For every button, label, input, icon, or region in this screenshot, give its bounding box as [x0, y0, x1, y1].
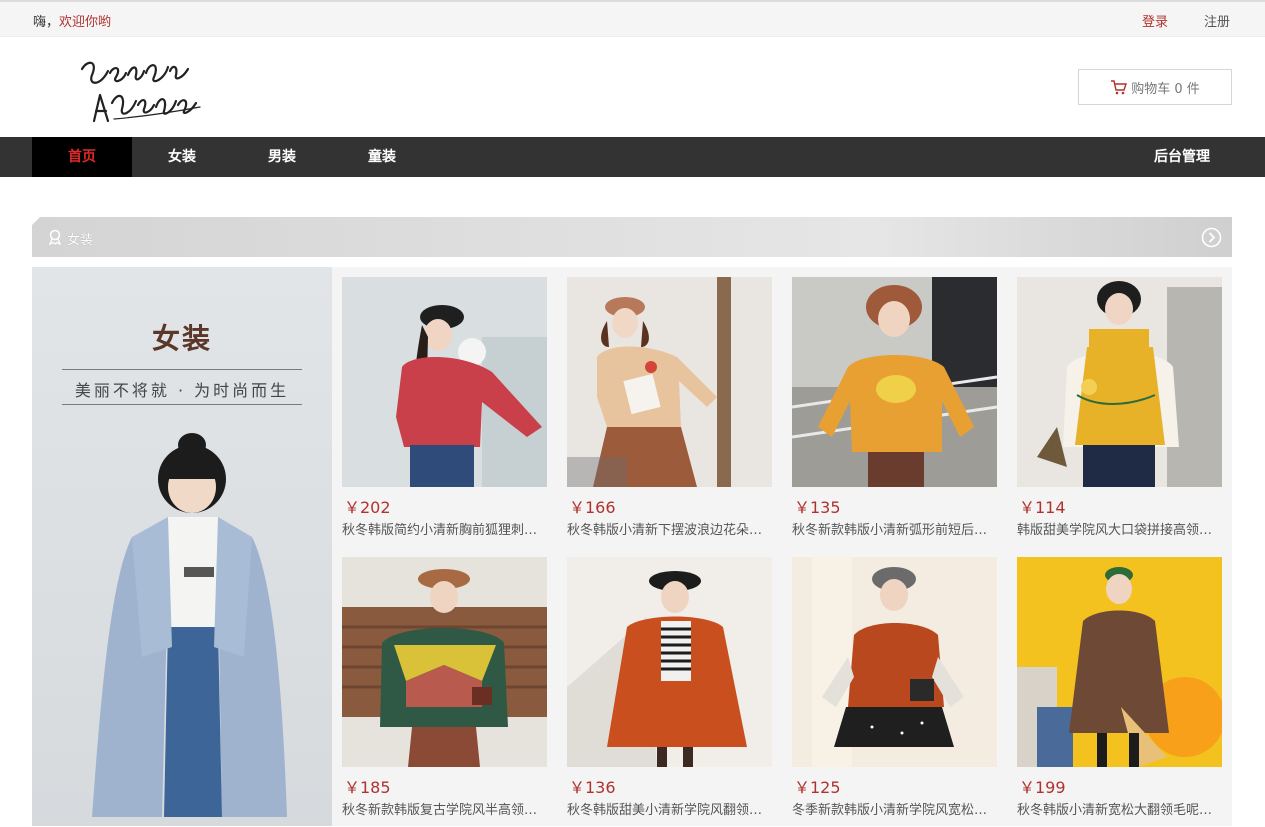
product-price: ￥185 [344, 778, 391, 797]
banner-title: 女装 [151, 322, 212, 355]
corner-fold [32, 217, 40, 225]
nav-item-women[interactable]: 女装 [132, 137, 232, 177]
banner-divider-top [62, 369, 302, 370]
top-bar: 嗨，欢迎你哟 登录 注册 [0, 0, 1265, 37]
register-link[interactable]: 注册 [1204, 11, 1230, 30]
product-grid: ￥202 秋冬韩版简约小清新胸前狐狸刺绣毛衣 ￥166 秋冬韩版小清新下摆波浪边… [332, 267, 1232, 826]
product-price: ￥125 [794, 778, 841, 797]
product-image[interactable] [1017, 557, 1222, 767]
product-name[interactable]: 冬季新款韩版小清新学院风宽松外套 [792, 799, 997, 818]
product-name[interactable]: 秋冬新款韩版复古学院风半高领撞色毛衣 [342, 799, 547, 818]
product-card[interactable]: ￥136 秋冬韩版甜美小清新学院风翻领外套 [567, 557, 772, 827]
award-icon [48, 229, 62, 245]
product-card[interactable]: ￥185 秋冬新款韩版复古学院风半高领撞色毛衣 [342, 557, 547, 827]
product-image[interactable] [567, 557, 772, 767]
product-card[interactable]: ￥135 秋冬新款韩版小清新弧形前短后长毛衣 [792, 277, 997, 547]
product-image[interactable] [342, 557, 547, 767]
product-name[interactable]: 秋冬韩版简约小清新胸前狐狸刺绣毛衣 [342, 519, 547, 538]
nav-item-men[interactable]: 男装 [232, 137, 332, 177]
product-name[interactable]: 秋冬韩版小清新宽松大翻领毛呢外套 [1017, 799, 1222, 818]
product-name[interactable]: 秋冬新款韩版小清新弧形前短后长毛衣 [792, 519, 997, 538]
product-card[interactable]: ￥199 秋冬韩版小清新宽松大翻领毛呢外套 [1017, 557, 1222, 827]
section-header: 女装 [32, 217, 1232, 257]
product-card[interactable]: ￥202 秋冬韩版简约小清新胸前狐狸刺绣毛衣 [342, 277, 547, 547]
chevron-right-icon[interactable] [1201, 227, 1222, 248]
product-price: ￥166 [569, 498, 616, 517]
greeting: 嗨，欢迎你哟 [33, 11, 111, 30]
product-price: ￥136 [569, 778, 616, 797]
banner-divider-bottom [62, 404, 302, 405]
category-banner[interactable]: 女装 美丽不将就 · 为时尚而生 [32, 267, 332, 826]
nav-item-kids[interactable]: 童装 [332, 137, 432, 177]
product-price: ￥199 [1019, 778, 1066, 797]
product-name[interactable]: 韩版甜美学院风大口袋拼接高领马甲 [1017, 519, 1222, 538]
banner-slogan: 美丽不将就 · 为时尚而生 [74, 381, 290, 400]
product-image[interactable] [1017, 277, 1222, 487]
product-image[interactable] [792, 277, 997, 487]
banner-model-image [92, 433, 287, 817]
product-image[interactable] [567, 277, 772, 487]
nav-item-admin[interactable]: 后台管理 [1132, 137, 1232, 177]
product-card[interactable]: ￥125 冬季新款韩版小清新学院风宽松外套 [792, 557, 997, 827]
main-nav: 首页 女装 男装 童装 后台管理 [0, 137, 1265, 177]
product-price: ￥135 [794, 498, 841, 517]
product-name[interactable]: 秋冬韩版甜美小清新学院风翻领外套 [567, 799, 772, 818]
product-card[interactable]: ￥114 韩版甜美学院风大口袋拼接高领马甲 [1017, 277, 1222, 547]
product-price: ￥114 [1019, 498, 1066, 517]
cart-button[interactable]: 购物车 0 件 [1078, 69, 1232, 105]
product-image[interactable] [342, 277, 547, 487]
product-image[interactable] [792, 557, 997, 767]
product-price: ￥202 [344, 498, 391, 517]
cart-label: 购物车 0 件 [1131, 81, 1200, 97]
header: 购物车 0 件 [0, 37, 1265, 137]
product-card[interactable]: ￥166 秋冬韩版小清新下摆波浪边花朵毛衣 [567, 277, 772, 547]
login-link[interactable]: 登录 [1142, 11, 1168, 30]
product-name[interactable]: 秋冬韩版小清新下摆波浪边花朵毛衣 [567, 519, 772, 538]
greeting-prefix: 嗨， [33, 15, 60, 30]
greeting-highlight: 欢迎你哟 [59, 15, 112, 30]
brand-logo[interactable] [78, 51, 204, 129]
section-title: 女装 [67, 233, 94, 248]
cart-icon [1111, 79, 1128, 94]
nav-item-home[interactable]: 首页 [32, 137, 132, 177]
